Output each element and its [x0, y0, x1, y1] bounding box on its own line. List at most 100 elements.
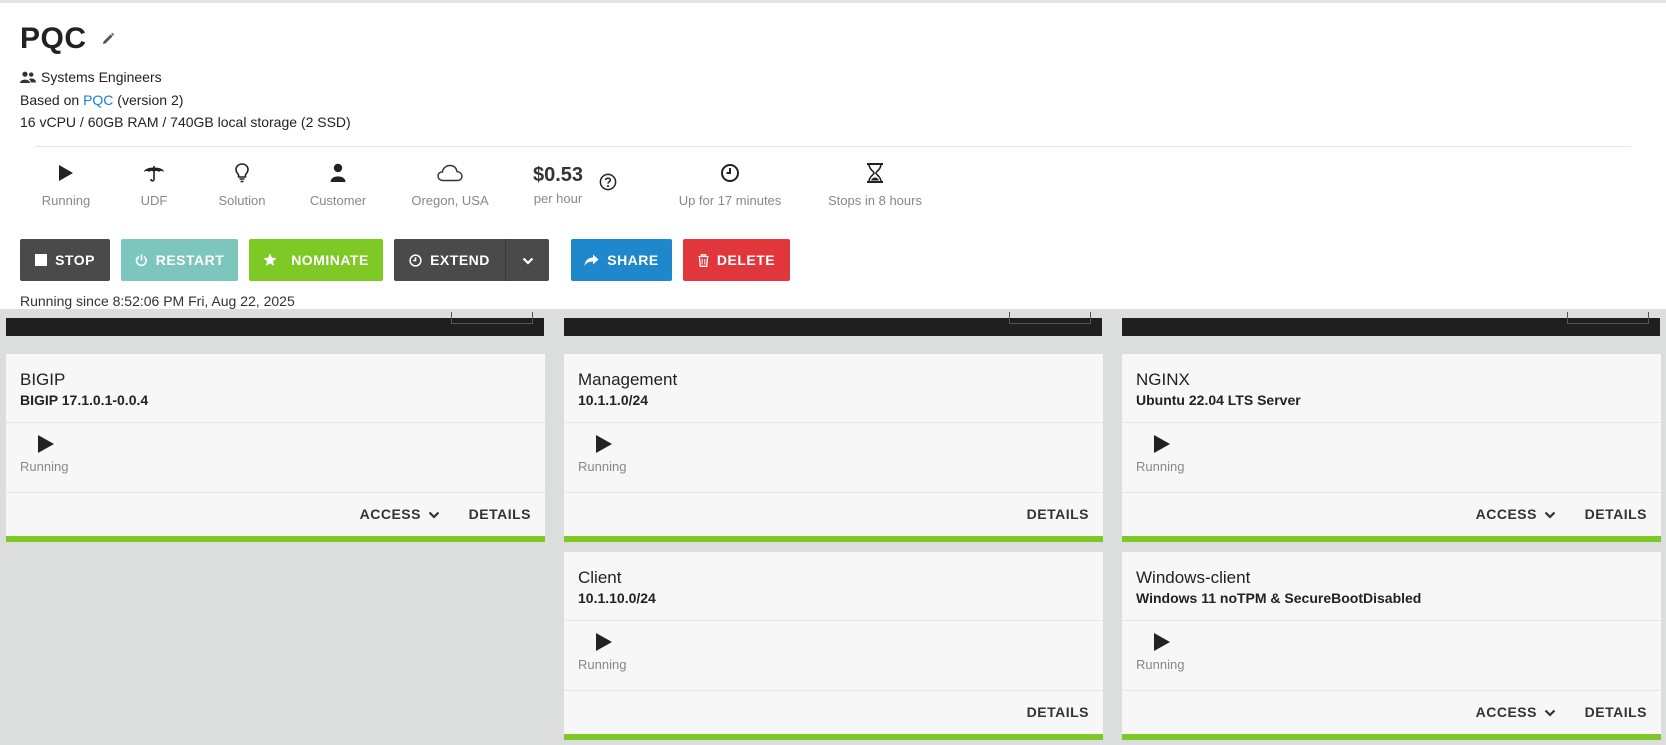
share-button[interactable]: SHARE: [571, 239, 672, 281]
delete-button-label: DELETE: [716, 252, 776, 268]
stat-uptime: Up for 17 minutes: [676, 163, 784, 208]
details-button[interactable]: DETAILS: [1585, 506, 1647, 522]
details-button[interactable]: DETAILS: [1027, 506, 1089, 522]
divider: [564, 690, 1103, 691]
chevron-down-icon: [522, 252, 534, 268]
card-top-bar: [1122, 312, 1660, 336]
team-line: Systems Engineers: [20, 69, 162, 85]
price-help[interactable]: [598, 173, 618, 196]
stat-solution-label: Solution: [218, 193, 266, 208]
hourglass-icon: [866, 162, 884, 188]
card-status: Running: [578, 657, 627, 672]
share-button-label: SHARE: [607, 252, 659, 268]
status-bar: [6, 536, 545, 542]
team-name: Systems Engineers: [41, 69, 162, 85]
question-circle-icon[interactable]: [599, 173, 617, 195]
stat-stops: Stops in 8 hours: [822, 162, 928, 208]
status-bar: [1122, 734, 1661, 740]
extend-button-label: EXTEND: [430, 252, 490, 268]
divider: [1122, 690, 1661, 691]
details-button[interactable]: DETAILS: [469, 506, 531, 522]
umbrella-icon: [143, 163, 165, 188]
nominate-button-label: NOMINATE: [291, 252, 369, 268]
access-button[interactable]: ACCESS: [1476, 506, 1556, 522]
restart-button[interactable]: RESTART: [121, 239, 238, 281]
pencil-icon[interactable]: [101, 32, 115, 46]
card-subtitle: 10.1.1.0/24: [578, 392, 649, 408]
card-title: Client: [578, 568, 622, 587]
status-bar: [564, 536, 1103, 542]
stop-icon: [35, 254, 48, 266]
chevron-down-icon: [1544, 506, 1556, 522]
users-icon: [20, 71, 36, 84]
stop-button-label: STOP: [55, 252, 95, 268]
share-icon: [584, 254, 599, 267]
chevron-down-icon: [1544, 704, 1556, 720]
price-unit: per hour: [533, 191, 583, 206]
user-icon: [330, 163, 346, 188]
divider: [564, 492, 1103, 493]
stat-state-label: Running: [41, 193, 91, 208]
stop-button[interactable]: STOP: [20, 239, 110, 281]
access-button-label: ACCESS: [1475, 704, 1537, 720]
card-top-tab: [1567, 312, 1649, 324]
stat-customer: Customer: [306, 163, 370, 208]
component-card-bigip: BIGIP BIGIP 17.1.0.1-0.0.4 Running ACCES…: [6, 354, 545, 542]
divider: [1122, 620, 1661, 621]
lightbulb-icon: [235, 162, 249, 188]
stat-uptime-label: Up for 17 minutes: [678, 193, 782, 208]
running-since-text: Running since 8:52:06 PM Fri, Aug 22, 20…: [20, 293, 295, 309]
divider: [564, 422, 1103, 423]
card-subtitle: Windows 11 noTPM & SecureBootDisabled: [1136, 590, 1422, 606]
divider: [564, 620, 1103, 621]
access-button[interactable]: ACCESS: [1476, 704, 1556, 720]
chevron-down-icon: [428, 506, 440, 522]
divider: [6, 422, 545, 423]
access-button-label: ACCESS: [359, 506, 421, 522]
play-icon: [37, 434, 55, 459]
action-bar: STOP RESTART NOMINATE EXTEND SHARE DELET…: [20, 239, 801, 281]
component-card-management: Management 10.1.1.0/24 Running DETAILS: [564, 354, 1103, 542]
trash-icon: [698, 253, 709, 267]
play-icon: [58, 164, 74, 187]
blueprint-link[interactable]: PQC: [83, 92, 113, 108]
delete-button[interactable]: DELETE: [683, 239, 790, 281]
card-status: Running: [578, 459, 627, 474]
extend-button[interactable]: EXTEND: [394, 239, 505, 281]
nominate-button[interactable]: NOMINATE: [249, 239, 383, 281]
card-top-tab: [1009, 312, 1091, 324]
component-card-client: Client 10.1.10.0/24 Running DETAILS: [564, 552, 1103, 740]
stat-customer-label: Customer: [309, 193, 367, 208]
card-top-tab: [451, 312, 533, 324]
page-title: PQC: [20, 22, 87, 55]
card-subtitle: 10.1.10.0/24: [578, 590, 656, 606]
star-icon: [263, 253, 277, 267]
card-title: NGINX: [1136, 370, 1190, 389]
details-button[interactable]: DETAILS: [1585, 704, 1647, 720]
status-bar: [564, 734, 1103, 740]
price-value: $0.53: [532, 164, 584, 186]
card-top-bar: [564, 312, 1102, 336]
access-button[interactable]: ACCESS: [360, 506, 440, 522]
blueprint-version: (version 2): [117, 92, 184, 108]
card-title: Windows-client: [1136, 568, 1251, 587]
based-on-line: Based on PQC (version 2): [20, 92, 183, 108]
extend-dropdown-button[interactable]: [505, 239, 549, 281]
access-button-label: ACCESS: [1475, 506, 1537, 522]
divider: [35, 146, 1631, 147]
component-card-windows-client: Windows-client Windows 11 noTPM & Secure…: [1122, 552, 1661, 740]
details-button[interactable]: DETAILS: [1027, 704, 1089, 720]
play-icon: [595, 632, 613, 657]
stat-price: $0.53 per hour: [528, 163, 588, 206]
cloud-icon: [437, 164, 463, 187]
restart-button-label: RESTART: [155, 252, 225, 268]
card-subtitle: Ubuntu 22.04 LTS Server: [1136, 392, 1301, 408]
based-on-prefix: Based on: [20, 92, 80, 108]
component-card-nginx: NGINX Ubuntu 22.04 LTS Server Running AC…: [1122, 354, 1661, 542]
card-status: Running: [20, 459, 69, 474]
stat-udf-label: UDF: [140, 193, 168, 208]
status-bar: [1122, 536, 1661, 542]
play-icon: [1153, 632, 1171, 657]
card-top-bar: [6, 312, 544, 336]
card-status: Running: [1136, 459, 1185, 474]
